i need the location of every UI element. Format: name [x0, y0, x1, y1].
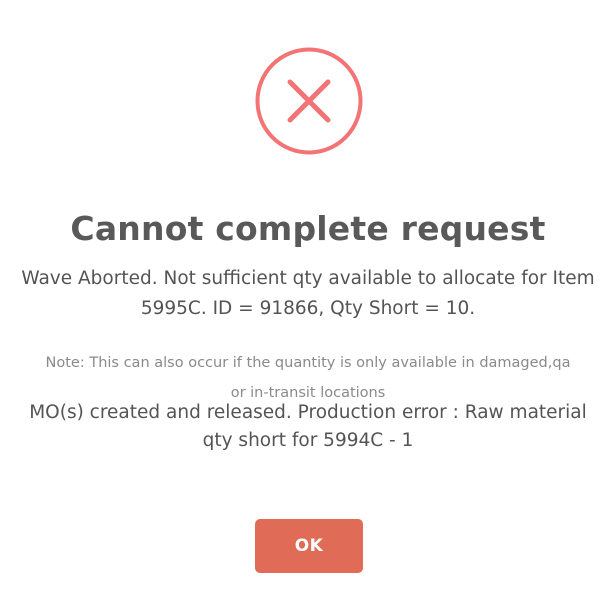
production-error-message: MO(s) created and released. Production e…	[29, 402, 587, 451]
dialog-title: Cannot complete request	[70, 209, 546, 248]
error-message: Wave Aborted. Not sufficient qty availab…	[21, 268, 595, 319]
error-x-icon	[254, 46, 364, 156]
error-dialog: Cannot complete request Wave Aborted. No…	[0, 0, 616, 597]
ok-button[interactable]: OK	[255, 519, 363, 573]
